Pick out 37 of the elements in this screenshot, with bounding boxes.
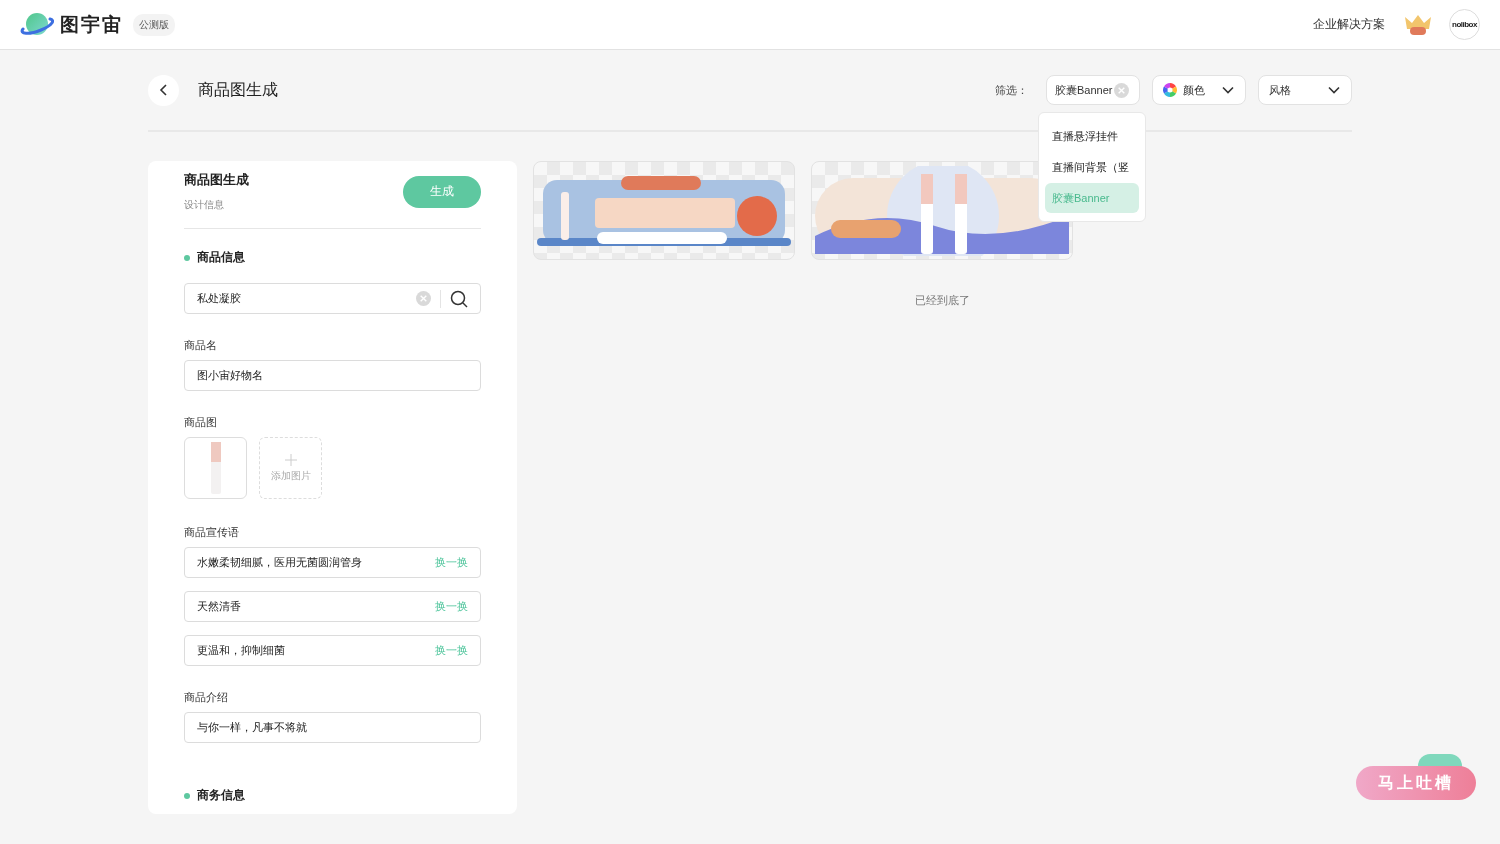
- planet-logo-icon: [20, 11, 54, 38]
- tube-product-image: [209, 442, 222, 494]
- clear-icon: [1114, 82, 1130, 98]
- field-label: 商品宣传语: [184, 525, 240, 540]
- field-label: 商品介绍: [184, 690, 229, 705]
- filter-chip[interactable]: 胶囊Banner: [1046, 75, 1140, 105]
- section-heading: 商品信息: [197, 249, 245, 266]
- page-title: 商品图生成: [198, 79, 278, 100]
- back-button[interactable]: [148, 74, 179, 106]
- filter-label: 筛选：: [995, 82, 1028, 98]
- panel-subtitle: 设计信息: [184, 198, 225, 212]
- panel-title: 商品图生成: [184, 171, 249, 189]
- input-field[interactable]: 与你一样，凡事不将就: [184, 712, 481, 743]
- input-field[interactable]: 图小宙好物名: [184, 360, 481, 391]
- color-wheel-icon: [1163, 83, 1177, 97]
- enterprise-link[interactable]: 企业解决方案: [1313, 16, 1385, 33]
- menu-item[interactable]: 直播悬浮挂件: [1045, 121, 1139, 151]
- field-label: 商品名: [184, 338, 218, 353]
- input-field[interactable]: 水嫩柔韧细腻，医用无菌圆润管身 换一换: [184, 547, 481, 578]
- input-field[interactable]: 更温和，抑制细菌 换一换: [184, 635, 481, 666]
- plus-icon: [284, 453, 297, 466]
- logo-text: 图宇宙: [60, 12, 123, 37]
- input-field[interactable]: 天然清香 换一换: [184, 591, 481, 622]
- menu-item[interactable]: 直播间背景（竖: [1045, 152, 1139, 182]
- color-select[interactable]: 颜色: [1152, 75, 1246, 105]
- bullet-dot-icon: [184, 254, 190, 261]
- field-label: 商品图: [184, 415, 218, 430]
- product-thumbnail[interactable]: [184, 437, 247, 499]
- vip-crown-icon: [1403, 13, 1433, 36]
- beta-badge: 公测版: [133, 13, 175, 36]
- bullet-dot-icon: [184, 792, 190, 799]
- search-field[interactable]: 私处凝胶: [184, 283, 481, 314]
- search-icon: [450, 289, 468, 308]
- section-heading: 商务信息: [197, 787, 245, 804]
- clear-icon: [416, 291, 431, 306]
- end-of-list-text: 已经到底了: [914, 293, 971, 308]
- style-select[interactable]: 风格: [1258, 75, 1352, 105]
